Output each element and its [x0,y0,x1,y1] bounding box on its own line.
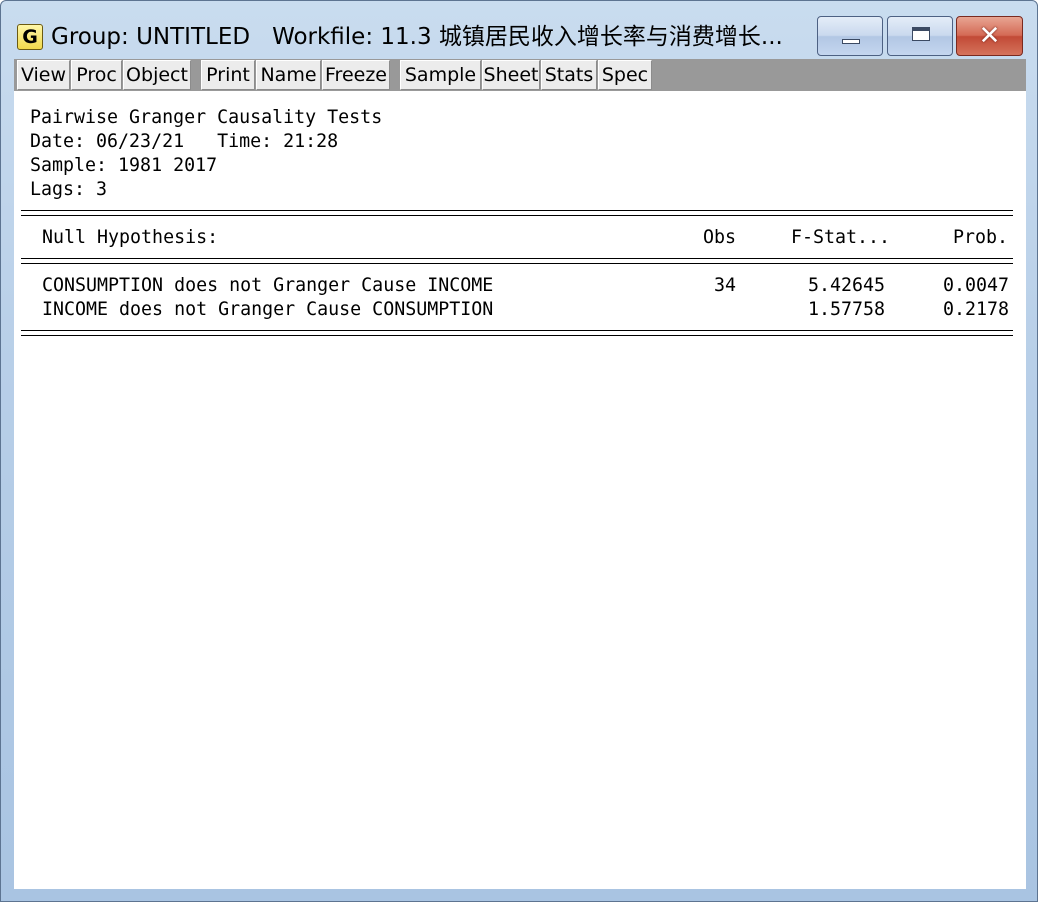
table-top-rule-2 [21,215,1013,216]
table-top-rule [21,210,1013,211]
title-group-name: Group: UNTITLED [51,24,251,50]
name-button[interactable]: Name [256,60,321,90]
table-row-2-fstat: 1.57758 [807,299,885,320]
spec-button[interactable]: Spec [598,60,652,90]
table-row-1-fstat: 5.42645 [807,275,885,296]
print-button[interactable]: Print [201,60,255,90]
header-rule [21,258,1013,259]
table-row-1-prob: 0.0047 [942,275,1009,296]
table-row-2-obs [654,298,736,322]
sample-button[interactable]: Sample [400,60,481,90]
date-time-line: Date: 06/23/21 Time: 21:28 [30,131,339,152]
view-button[interactable]: View [17,60,70,90]
granger-output-window: G Group: UNTITLED Workfile: 11.3 城镇居民收入增长… [0,0,1038,902]
output-table-area[interactable]: Pairwise Granger Causality Tests Date: 0… [14,91,1026,889]
title-bar[interactable]: G Group: UNTITLED Workfile: 11.3 城镇居民收入增长… [1,1,1037,59]
eviews-group-icon[interactable]: G [17,24,43,50]
maximize-button[interactable] [887,16,953,56]
sample-line: Sample: 1981 2017 [30,155,218,176]
header-rule-2 [21,263,1013,264]
stats-button[interactable]: Stats [541,60,597,90]
table-bottom-rule [21,330,1013,331]
object-button[interactable]: Object [123,60,191,90]
title-workfile-name: Workfile: 11.3 城镇居民收入增长率与消费增长... [272,24,783,50]
table-row-1-obs: 34 [713,275,736,296]
column-header-hypothesis: Null Hypothesis: [42,227,219,248]
close-button[interactable]: ✕ [956,16,1023,56]
window-title: Group: UNTITLED Workfile: 11.3 城镇居民收入增长率与… [51,21,801,55]
object-toolbar: View Proc Object Print Name Freeze Sampl… [14,59,1026,91]
minimize-icon [842,39,860,44]
maximize-icon [912,27,930,41]
close-icon: ✕ [978,21,1001,51]
column-header-fstat: F-Stat... [790,227,890,248]
table-bottom-rule-2 [21,335,1013,336]
proc-button[interactable]: Proc [71,60,122,90]
table-row-1-hypothesis: CONSUMPTION does not Granger Cause INCOM… [42,275,494,296]
column-header-obs: Obs [702,227,736,248]
table-row-2-prob: 0.2178 [942,299,1009,320]
test-heading: Pairwise Granger Causality Tests [30,107,383,128]
freeze-button[interactable]: Freeze [322,60,390,90]
lags-line: Lags: 3 [30,179,108,200]
table-row-2-hypothesis: INCOME does not Granger Cause CONSUMPTIO… [42,299,494,320]
column-header-prob: Prob. [952,227,1008,248]
sheet-button[interactable]: Sheet [482,60,540,90]
minimize-button[interactable] [817,16,883,56]
